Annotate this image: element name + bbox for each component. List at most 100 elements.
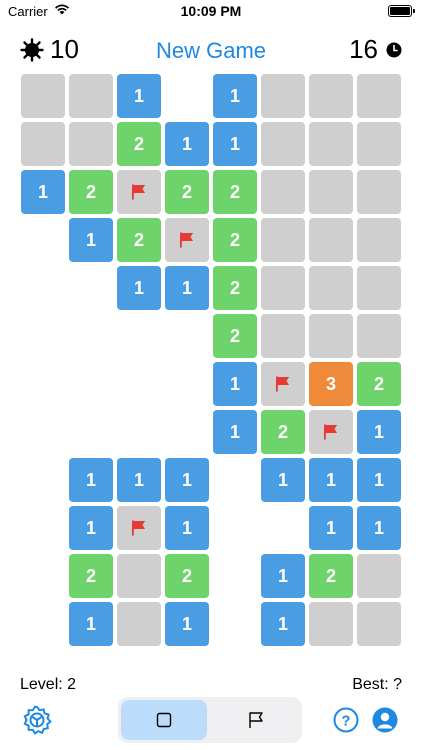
hidden-cell[interactable] [261,170,305,214]
revealed-cell[interactable]: 2 [165,554,209,598]
cell-number: 1 [181,133,192,154]
revealed-cell[interactable]: 2 [213,314,257,358]
cell-number: 1 [133,277,144,298]
revealed-cell[interactable]: 1 [213,74,257,118]
hidden-cell[interactable] [357,170,401,214]
hidden-cell[interactable] [21,122,65,166]
revealed-cell[interactable]: 1 [117,458,161,502]
flagged-cell[interactable] [261,362,305,406]
revealed-cell[interactable]: 1 [309,458,353,502]
mode-segmented-control [118,697,302,743]
cell-number: 1 [373,517,384,538]
revealed-cell[interactable]: 3 [309,362,353,406]
svg-text:?: ? [341,713,350,730]
revealed-cell[interactable]: 1 [261,602,305,646]
hidden-cell[interactable] [309,74,353,118]
revealed-cell[interactable]: 1 [69,506,113,550]
flag-icon [132,520,145,536]
hidden-cell[interactable] [357,122,401,166]
cell-number: 1 [85,517,96,538]
hidden-cell[interactable] [261,266,305,310]
flagged-cell[interactable] [117,506,161,550]
reveal-mode-button[interactable] [121,700,207,740]
revealed-cell[interactable]: 1 [165,458,209,502]
cell-number: 1 [37,181,48,202]
flag-icon [180,232,193,248]
revealed-cell[interactable]: 2 [117,122,161,166]
cell-number: 1 [181,277,192,298]
cell-number: 1 [85,469,96,490]
flagged-cell[interactable] [309,410,353,454]
revealed-cell[interactable]: 1 [261,458,305,502]
revealed-cell[interactable]: 2 [309,554,353,598]
cell-number: 1 [229,421,240,442]
hidden-cell[interactable] [357,314,401,358]
hidden-cell[interactable] [309,314,353,358]
hidden-cell[interactable] [69,122,113,166]
square-icon [156,712,172,728]
cell-number: 2 [85,565,96,586]
revealed-cell[interactable]: 1 [117,266,161,310]
cell-number: 1 [373,421,384,442]
hidden-cell[interactable] [261,218,305,262]
hidden-cell[interactable] [261,74,305,118]
help-icon[interactable]: ? [333,707,359,733]
revealed-cell[interactable]: 1 [213,122,257,166]
hidden-cell[interactable] [117,554,161,598]
hidden-cell[interactable] [69,74,113,118]
revealed-cell[interactable]: 1 [261,554,305,598]
revealed-cell[interactable]: 1 [117,74,161,118]
revealed-cell[interactable]: 1 [165,506,209,550]
flag-mode-button[interactable] [213,700,299,740]
revealed-cell[interactable]: 1 [213,362,257,406]
revealed-cell[interactable]: 1 [69,218,113,262]
revealed-cell[interactable]: 1 [357,506,401,550]
cell-number: 1 [181,517,192,538]
revealed-cell[interactable]: 2 [213,218,257,262]
revealed-cell[interactable]: 2 [261,410,305,454]
hidden-cell[interactable] [21,74,65,118]
cell-number: 2 [181,181,192,202]
revealed-cell[interactable]: 1 [165,122,209,166]
hidden-cell[interactable] [357,554,401,598]
hidden-cell[interactable] [357,218,401,262]
revealed-cell[interactable]: 2 [69,554,113,598]
flag-icon [324,424,337,440]
revealed-cell[interactable]: 1 [357,410,401,454]
hidden-cell[interactable] [309,602,353,646]
revealed-cell[interactable]: 2 [213,266,257,310]
hidden-cell[interactable] [357,602,401,646]
flagged-cell[interactable] [117,170,161,214]
revealed-cell[interactable]: 1 [213,410,257,454]
hidden-cell[interactable] [309,266,353,310]
hidden-cell[interactable] [117,602,161,646]
revealed-cell[interactable]: 1 [21,170,65,214]
revealed-cell[interactable]: 1 [309,506,353,550]
hidden-cell[interactable] [357,74,401,118]
revealed-cell[interactable]: 1 [357,458,401,502]
revealed-cell[interactable]: 1 [69,458,113,502]
hidden-cell[interactable] [261,122,305,166]
hidden-cell[interactable] [261,314,305,358]
hidden-cell[interactable] [309,122,353,166]
cell-number: 2 [229,181,240,202]
revealed-cell[interactable]: 2 [357,362,401,406]
revealed-cell[interactable]: 2 [165,170,209,214]
revealed-cell[interactable]: 2 [69,170,113,214]
profile-icon[interactable] [372,707,398,733]
flagged-cell[interactable] [165,218,209,262]
revealed-cell[interactable]: 1 [69,602,113,646]
best-label: Best: ? [352,676,402,693]
hidden-cell[interactable] [309,170,353,214]
settings-icon[interactable] [22,705,52,735]
cell-number: 2 [229,325,240,346]
cell-number: 1 [325,517,336,538]
revealed-cell[interactable]: 2 [213,170,257,214]
cell-number: 1 [133,85,144,106]
hidden-cell[interactable] [357,266,401,310]
revealed-cell[interactable]: 1 [165,602,209,646]
hidden-cell[interactable] [309,218,353,262]
cell-number: 1 [229,373,240,394]
revealed-cell[interactable]: 1 [165,266,209,310]
revealed-cell[interactable]: 2 [117,218,161,262]
